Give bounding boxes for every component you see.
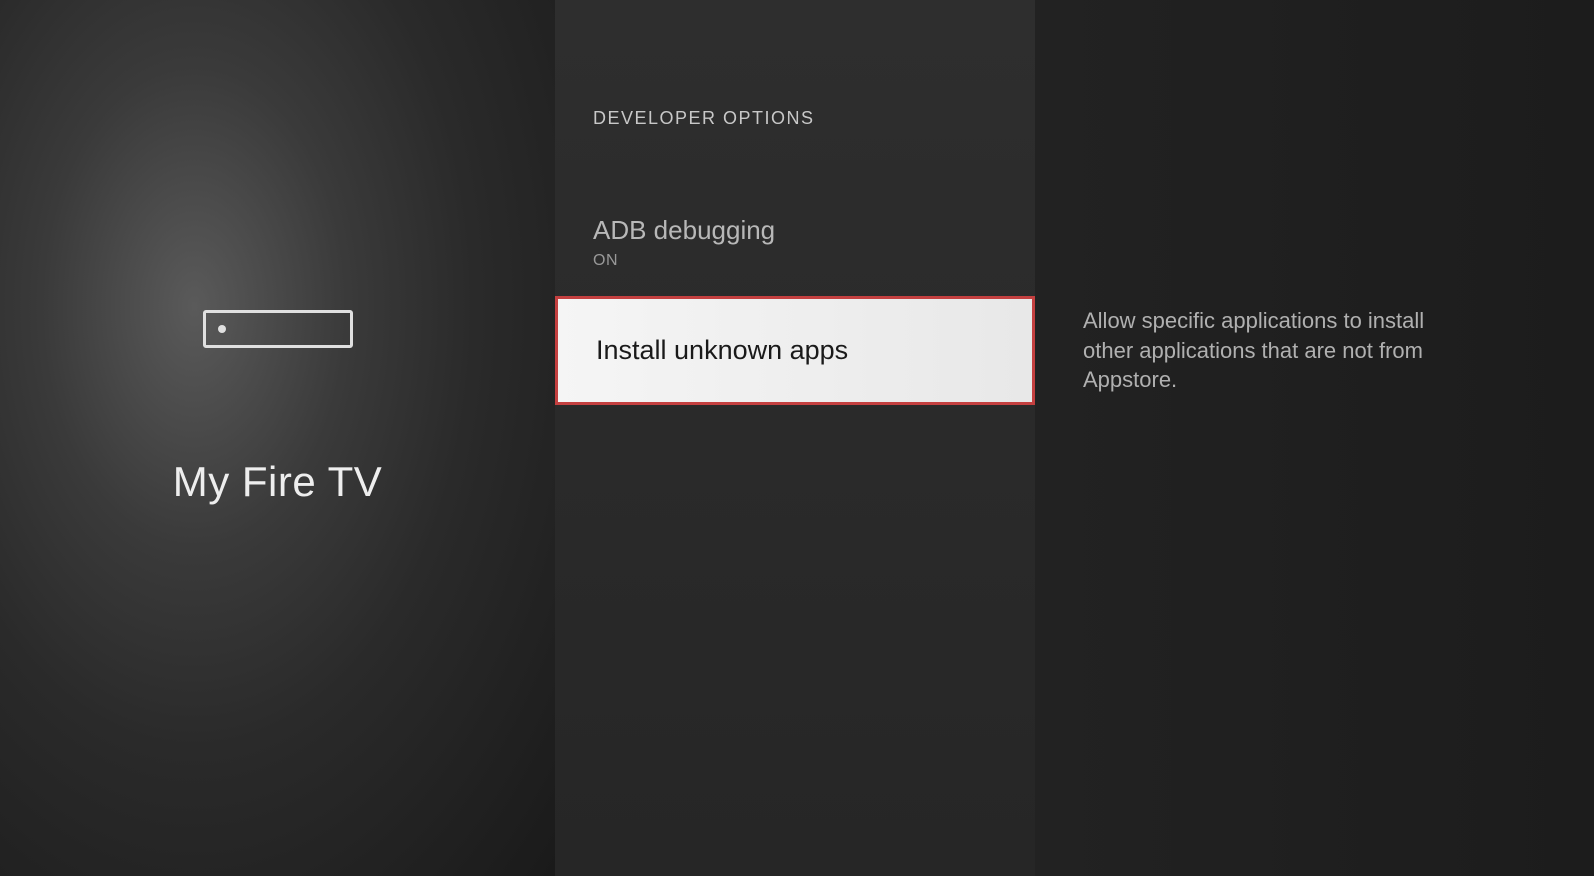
menu-item-adb-debugging[interactable]: ADB debugging ON: [555, 197, 1035, 288]
menu-panel: DEVELOPER OPTIONS ADB debugging ON Insta…: [555, 0, 1035, 876]
item-description: Allow specific applications to install o…: [1083, 306, 1443, 395]
fire-tv-device-icon: [203, 310, 353, 348]
description-panel: Allow specific applications to install o…: [1035, 0, 1594, 876]
section-header: DEVELOPER OPTIONS: [555, 108, 1035, 129]
menu-item-status: ON: [593, 252, 997, 270]
device-indicator-dot-icon: [218, 325, 226, 333]
menu-item-title: ADB debugging: [593, 215, 997, 246]
device-rectangle-icon: [203, 310, 353, 348]
menu-item-title: Install unknown apps: [596, 335, 994, 366]
left-panel: My Fire TV: [0, 0, 555, 876]
menu-item-install-unknown-apps[interactable]: Install unknown apps: [555, 296, 1035, 405]
device-title: My Fire TV: [173, 458, 383, 506]
